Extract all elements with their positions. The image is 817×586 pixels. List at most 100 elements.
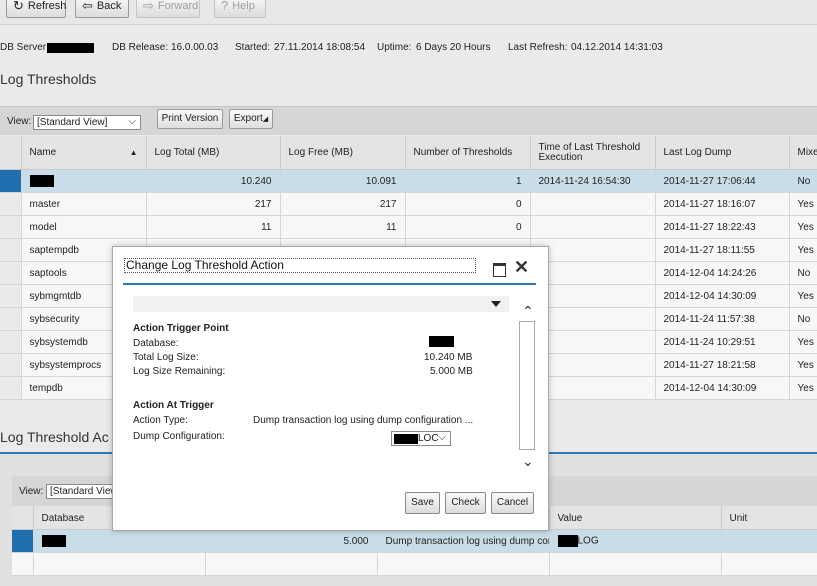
empty-cell <box>721 552 817 576</box>
chevron-down-icon: ⌵ <box>128 116 136 127</box>
action-trigger-point-heading: Action Trigger Point <box>133 323 229 334</box>
redacted-database-name <box>29 175 54 187</box>
back-arrow-icon: ⇦ <box>82 0 93 13</box>
empty-cell <box>33 552 206 576</box>
dialog-title: Change Log Threshold Action <box>124 258 476 273</box>
export-button[interactable]: Export◢ <box>229 109 273 129</box>
thresholds-cell: 0 <box>405 192 531 216</box>
scroll-down-chevron-icon[interactable]: ⌄ <box>522 453 534 470</box>
print-version-button[interactable]: Print Version <box>157 109 223 129</box>
chevron-down-icon: ⌵ <box>438 432 446 443</box>
row-selector[interactable] <box>12 529 34 553</box>
view-select[interactable]: [Standard View] ⌵ <box>33 115 141 130</box>
column-header-mixed[interactable]: Mixed <box>789 136 817 170</box>
forward-label: Forward <box>157 0 199 12</box>
column-header-log-free[interactable]: Log Free (MB) <box>280 136 406 170</box>
mixed-cell: No <box>789 169 817 193</box>
log-thresholds-title: Log Thresholds <box>0 71 97 87</box>
table-row[interactable]: master 217 217 0 2014-11-27 18:16:07 Yes <box>0 192 817 216</box>
column-header-last-log-dump[interactable]: Last Log Dump <box>655 136 790 170</box>
close-icon[interactable]: ✕ <box>514 258 529 276</box>
db-server-label: DB Server: <box>0 42 49 53</box>
row-selector[interactable] <box>0 284 22 308</box>
column-header-last-threshold-execution[interactable]: Time of Last Threshold Execution <box>530 136 656 170</box>
help-button[interactable]: ? Help <box>214 0 266 18</box>
thresholds-cell: 0 <box>405 215 531 239</box>
row-selector[interactable] <box>0 353 22 377</box>
column-header-log-total[interactable]: Log Total (MB) <box>146 136 281 170</box>
column-header-value[interactable]: Value <box>549 507 722 530</box>
cancel-button[interactable]: Cancel <box>491 492 534 514</box>
last-dump-cell: 2014-12-04 14:30:09 <box>655 284 790 308</box>
log-total-cell: 217 <box>146 192 281 216</box>
db-release-value: 16.0.00.03 <box>171 42 219 53</box>
name-cell: model <box>21 215 147 239</box>
last-dump-cell: 2014-12-04 14:30:09 <box>655 376 790 400</box>
dump-config-value: LOC <box>418 433 439 444</box>
thresholds-cell: 1 <box>405 169 531 193</box>
row-selector[interactable] <box>0 261 22 285</box>
check-button[interactable]: Check <box>445 492 486 514</box>
row-selector[interactable] <box>12 552 34 576</box>
toolbar: ↻ Refresh ⇦ Back ⇨ Forward ? Help <box>0 0 817 25</box>
row-selector[interactable] <box>0 307 22 331</box>
mixed-cell: No <box>789 261 817 285</box>
mixed-cell: Yes <box>789 376 817 400</box>
mixed-cell: Yes <box>789 192 817 216</box>
forward-arrow-icon: ⇨ <box>143 0 154 13</box>
mixed-cell: Yes <box>789 353 817 377</box>
action-at-trigger-heading: Action At Trigger <box>133 400 214 411</box>
help-label: Help <box>232 0 255 12</box>
save-button[interactable]: Save <box>405 492 440 514</box>
row-selector[interactable] <box>0 192 22 216</box>
refresh-label: Refresh <box>27 0 67 12</box>
last-dump-cell: 2014-11-27 17:06:44 <box>655 169 790 193</box>
last-dump-cell: 2014-11-24 11:57:38 <box>655 307 790 331</box>
total-log-size-label: Total Log Size: <box>133 352 199 363</box>
amount-cell: 5.000 <box>205 529 378 553</box>
mixed-cell: Yes <box>789 238 817 262</box>
log-size-remaining-value: 5.000 MB <box>430 366 473 377</box>
table-row[interactable]: model 11 11 0 2014-11-27 18:22:43 Yes <box>0 215 817 239</box>
value-text: LOG <box>577 535 599 547</box>
column-header-label: Name <box>29 146 57 158</box>
mixed-cell: No <box>789 307 817 331</box>
column-header-unit[interactable]: Unit <box>721 507 817 530</box>
action-type-label: Action Type: <box>133 415 188 426</box>
table-row[interactable]: 5.000 Dump transaction log using dump co… <box>12 529 817 553</box>
maximize-icon[interactable] <box>493 263 506 277</box>
empty-cell <box>377 552 550 576</box>
forward-button[interactable]: ⇨ Forward <box>136 0 200 18</box>
refresh-icon: ↻ <box>13 0 24 13</box>
database-cell <box>33 529 206 553</box>
action-cell: Dump transaction log using dump con... <box>377 529 550 553</box>
last-exec-cell <box>530 192 656 216</box>
column-header-name[interactable]: Name ▲ <box>21 136 147 170</box>
empty-cell <box>549 552 722 576</box>
row-selector[interactable] <box>0 238 22 262</box>
back-button[interactable]: ⇦ Back <box>75 0 129 18</box>
log-total-cell: 11 <box>146 215 281 239</box>
view-bar: View: [Standard View] ⌵ Print Version Ex… <box>0 106 817 135</box>
scroll-up-chevron-icon[interactable]: ⌃ <box>522 303 534 320</box>
redacted-value-prefix <box>557 535 578 547</box>
row-selector[interactable] <box>0 376 22 400</box>
table-row[interactable]: 10.240 10.091 1 2014-11-24 16:54:30 2014-11-… <box>0 169 817 193</box>
row-selector[interactable] <box>0 215 22 239</box>
dump-configuration-select[interactable]: LOC ⌵ <box>391 431 451 446</box>
db-release-label: DB Release: <box>112 42 169 53</box>
threshold-select[interactable] <box>133 296 509 312</box>
table-row[interactable] <box>12 552 817 576</box>
started-value: 27.11.2014 18:08:54 <box>274 42 366 53</box>
last-exec-cell <box>530 215 656 239</box>
last-dump-cell: 2014-11-27 18:22:43 <box>655 215 790 239</box>
dialog-scrollbar[interactable] <box>519 321 535 450</box>
started-label: Started: <box>235 42 271 53</box>
row-selector[interactable] <box>0 330 22 354</box>
column-header-number-of-thresholds[interactable]: Number of Thresholds <box>405 136 531 170</box>
sort-ascending-icon: ▲ <box>129 147 138 157</box>
row-selector[interactable] <box>0 169 22 193</box>
refresh-button[interactable]: ↻ Refresh <box>6 0 66 18</box>
log-free-cell: 11 <box>280 215 406 239</box>
dump-config-redacted <box>394 434 418 444</box>
